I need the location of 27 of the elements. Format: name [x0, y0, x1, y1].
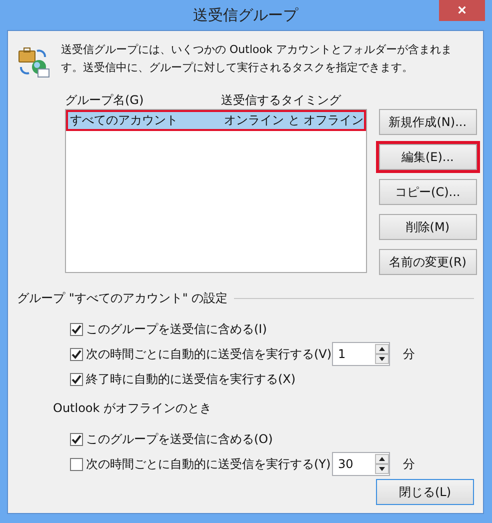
action-button[interactable]: 新規作成(N)...	[378, 109, 477, 135]
section-heading: Outlook がオフラインのとき	[53, 400, 212, 416]
minutes-spinner[interactable]: 30	[332, 452, 390, 476]
checkbox-label: 次の時間ごとに自動的に送受信を実行する(V)	[86, 346, 332, 362]
table-cell: オンライン と オフライン	[224, 112, 364, 129]
checkbox-label: 次の時間ごとに自動的に送受信を実行する(Y)	[86, 456, 332, 472]
close-dialog-button[interactable]: 閉じる(L)	[376, 479, 474, 505]
table-cell-text: すべてのアカウント	[69, 112, 179, 129]
checkbox-label: 終了時に自動的に送受信を実行する(X)	[86, 370, 297, 388]
action-button[interactable]: 削除(M)	[378, 214, 477, 240]
spinner-value: 1	[338, 347, 346, 361]
section-heading: グループ "すべてのアカウント" の設定	[17, 290, 228, 306]
unit-label: 分	[403, 346, 415, 362]
action-button[interactable]: 編集(E)...	[378, 144, 477, 170]
action-button[interactable]: コピー(C)...	[378, 179, 477, 205]
description-text: 送受信グループには、いくつかの Outlook アカウントとフォルダーが含まれます。送受信中に、グループに対して実行されるタスクを指定できます。	[61, 42, 453, 76]
checkbox-label: このグループを送受信に含める(O)	[86, 430, 274, 448]
action-button[interactable]: 名前の変更(R)	[378, 249, 477, 275]
column-header: グループ名(G)	[65, 92, 145, 108]
checkbox-label: このグループを送受信に含める(I)	[86, 320, 268, 338]
group-row[interactable]: すべてのアカウント オンライン と オフライン	[66, 110, 366, 131]
close-button[interactable]: ×	[439, 0, 485, 21]
minutes-spinner[interactable]: 1	[332, 342, 390, 366]
spinner-value: 30	[338, 457, 354, 471]
window-title: 送受信グループ	[193, 6, 298, 24]
unit-label: 分	[403, 456, 415, 472]
column-header: 送受信するタイミング	[221, 92, 341, 108]
